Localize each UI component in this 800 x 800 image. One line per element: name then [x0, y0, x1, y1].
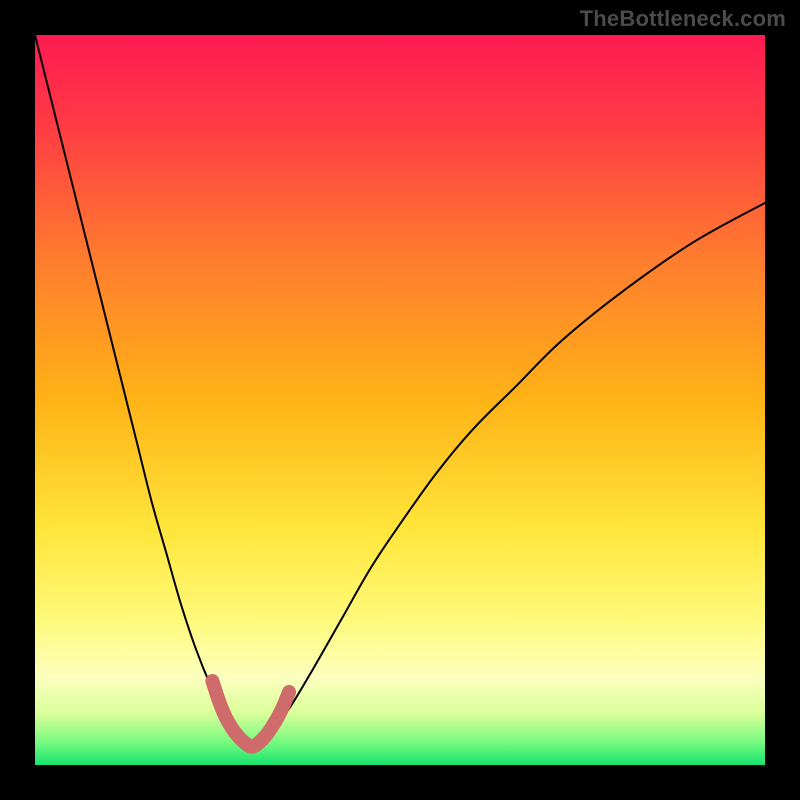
gradient-background	[35, 35, 765, 765]
watermark-text: TheBottleneck.com	[580, 6, 786, 32]
chart-canvas	[35, 35, 765, 765]
chart-frame: TheBottleneck.com	[0, 0, 800, 800]
plot-area	[35, 35, 765, 765]
